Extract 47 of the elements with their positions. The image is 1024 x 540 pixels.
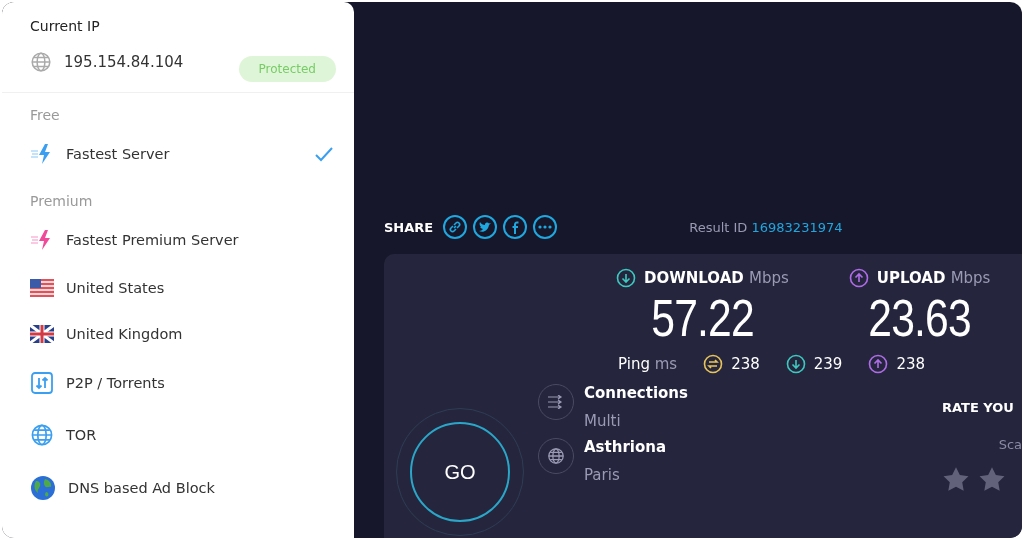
status-badge: Protected: [238, 56, 336, 82]
globe-icon: [547, 447, 565, 465]
server-option[interactable]: United Kingdom: [66, 326, 334, 342]
ip-address: 195.154.84.104: [64, 53, 185, 71]
share-button[interactable]: [503, 215, 528, 239]
flag-icon: [30, 325, 54, 343]
star-icon[interactable]: [942, 466, 970, 492]
share-button[interactable]: [473, 215, 498, 239]
share-label: SHARE: [384, 219, 434, 235]
ping-label: Ping ms: [618, 355, 678, 373]
share-button[interactable]: [443, 215, 468, 239]
link-icon: [448, 220, 463, 234]
rate-title: RATE YOU: [942, 400, 1014, 415]
speed-value: 23.63: [868, 288, 971, 348]
server-option[interactable]: Fastest Premium Server: [66, 232, 334, 248]
server-option[interactable]: Fastest Server: [66, 146, 302, 162]
transfer-icon: [30, 371, 54, 395]
go-button[interactable]: GO: [410, 422, 510, 522]
result-id: Result ID 16983231974: [689, 219, 843, 235]
speed-value: 57.22: [651, 288, 754, 348]
globe-icon: [30, 51, 52, 73]
ping-value: 238: [731, 355, 760, 373]
detail-title: Asthriona: [584, 438, 667, 456]
speed-label: UPLOAD Mbps: [848, 268, 991, 288]
jitter-icon: [703, 354, 724, 374]
bird-icon: [478, 220, 493, 234]
server-option[interactable]: TOR: [66, 427, 334, 443]
detail-value: Paris: [584, 466, 621, 484]
ping-value: 239: [813, 355, 843, 373]
detail-title: Connections: [584, 384, 688, 402]
more-icon: [538, 225, 553, 229]
server-option[interactable]: DNS based Ad Block: [68, 480, 334, 496]
share-button[interactable]: [533, 215, 558, 239]
section-heading: Free: [29, 106, 61, 125]
star-icon[interactable]: [978, 466, 1006, 492]
result-link[interactable]: 16983231974: [751, 219, 843, 235]
server-option[interactable]: United States: [66, 280, 334, 296]
ping-value: 238: [896, 355, 926, 373]
globe-icon: [30, 423, 54, 447]
speed-label: DOWNLOAD Mbps: [616, 268, 789, 288]
rate-subtitle: Sca: [998, 437, 1022, 452]
server-option[interactable]: P2P / Torrents: [66, 375, 334, 391]
section-heading: Premium: [29, 192, 94, 211]
detail-value: Multi: [584, 412, 622, 430]
flag-icon: [30, 279, 54, 297]
earth-icon: [30, 475, 56, 501]
current-ip-title: Current IP: [30, 18, 101, 34]
